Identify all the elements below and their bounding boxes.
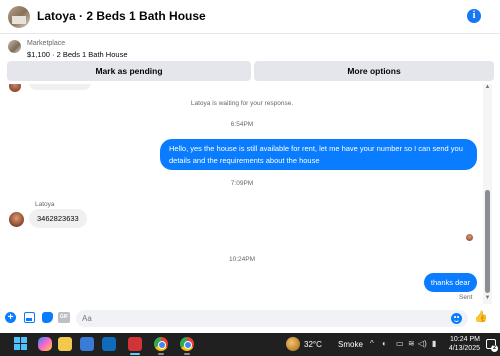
taskbar: 32°C Smoke ^ ◐ ▭ ≋ ◁) ▮ 10:24 PM 4/13/20… — [0, 333, 500, 356]
scrollbar[interactable]: ▲ ▼ — [483, 84, 492, 304]
previous-message-bubble — [29, 84, 91, 90]
notification-badge: 2 — [491, 345, 498, 352]
file-explorer-icon[interactable] — [58, 337, 72, 351]
plus-icon[interactable]: + — [5, 312, 16, 323]
windows-start-icon[interactable] — [14, 337, 28, 351]
more-options-button[interactable]: More options — [254, 61, 494, 81]
outgoing-message[interactable]: thanks dear — [424, 273, 477, 292]
copilot-icon[interactable] — [38, 337, 52, 351]
listing-thumbnail — [8, 40, 21, 53]
thumbs-up-icon[interactable]: 👍 — [474, 311, 488, 324]
tray-app-icon[interactable]: ◐ — [382, 339, 387, 348]
message-timestamp: 7:09PM — [230, 180, 254, 187]
gif-icon[interactable]: GIF — [58, 312, 70, 323]
app-running-indicator — [158, 353, 164, 355]
scroll-down-arrow-icon[interactable]: ▼ — [484, 295, 491, 303]
weather-temperature[interactable]: 32°C — [304, 340, 322, 349]
chat-window: Latoya · 2 Beds 1 Bath House i Marketpla… — [0, 0, 500, 333]
app-running-indicator — [184, 353, 190, 355]
display-icon[interactable]: ▭ — [396, 339, 404, 348]
listing-source: Marketplace — [27, 40, 66, 47]
chrome-icon[interactable] — [154, 337, 168, 351]
emoji-icon[interactable] — [451, 313, 462, 324]
sender-name: Latoya — [35, 201, 55, 208]
chat-header: Latoya · 2 Beds 1 Bath House i — [0, 0, 500, 34]
sticker-icon[interactable] — [42, 312, 53, 323]
mark-as-pending-button[interactable]: Mark as pending — [7, 61, 251, 81]
volume-icon[interactable]: ◁) — [418, 339, 427, 348]
outgoing-message[interactable]: Hello, yes the house is still available … — [160, 139, 477, 170]
chrome-profile-icon[interactable] — [180, 337, 194, 351]
tray-overflow-icon[interactable]: ^ — [370, 339, 374, 348]
info-icon[interactable]: i — [467, 9, 481, 23]
weather-condition[interactable]: Smoke — [338, 340, 363, 349]
message-composer: + GIF 👍 — [0, 307, 500, 331]
message-input[interactable] — [76, 310, 468, 327]
contact-avatar-small — [9, 84, 21, 92]
incoming-message[interactable]: 3462823633 — [29, 209, 87, 228]
listing-actions: Mark as pending More options — [0, 61, 500, 83]
outlook-icon[interactable] — [102, 337, 116, 351]
message-timestamp: 6:54PM — [230, 121, 254, 128]
marketplace-listing[interactable]: Marketplace $1,100 · 2 Beds 1 Bath House — [0, 35, 500, 63]
read-receipt-avatar — [466, 234, 473, 241]
clock-time[interactable]: 10:24 PM — [440, 336, 480, 343]
photo-icon[interactable] — [24, 312, 35, 323]
clock-date[interactable]: 4/13/2025 — [440, 345, 480, 352]
listing-summary: $1,100 · 2 Beds 1 Bath House — [27, 50, 128, 59]
app-icon[interactable] — [128, 337, 142, 351]
message-list: Latoya is waiting for your response. 6:5… — [0, 84, 484, 304]
message-timestamp: 10:24PM — [228, 256, 256, 263]
active-app-indicator — [130, 353, 140, 355]
chat-title[interactable]: Latoya · 2 Beds 1 Bath House — [37, 9, 206, 23]
weather-icon[interactable] — [286, 337, 300, 351]
contact-avatar[interactable] — [8, 6, 30, 28]
contact-avatar-small[interactable] — [9, 212, 24, 227]
store-icon[interactable] — [80, 337, 94, 351]
waiting-notice: Latoya is waiting for your response. — [190, 100, 294, 107]
scroll-up-arrow-icon[interactable]: ▲ — [484, 84, 491, 92]
scroll-thumb[interactable] — [485, 190, 490, 293]
sent-status: Sent — [459, 294, 473, 301]
battery-icon[interactable]: ▮ — [432, 339, 436, 348]
wifi-icon[interactable]: ≋ — [408, 339, 415, 348]
